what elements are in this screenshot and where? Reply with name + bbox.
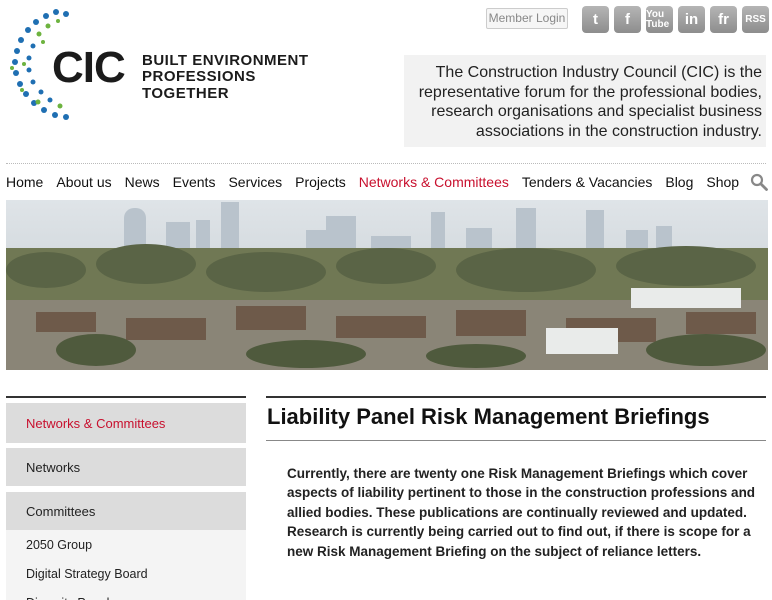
sidebar-item-networks[interactable]: Networks: [6, 448, 246, 486]
intro-paragraph: Currently, there are twenty one Risk Man…: [287, 466, 756, 559]
nav-shop[interactable]: Shop: [706, 174, 739, 192]
sidebar-subitem-2050-group[interactable]: 2050 Group: [6, 530, 246, 559]
page-title: Liability Panel Risk Management Briefing…: [267, 404, 710, 429]
nav-tenders-vacancies[interactable]: Tenders & Vacancies: [522, 174, 652, 192]
youtube-icon[interactable]: You Tube: [646, 6, 673, 33]
facebook-icon[interactable]: f: [614, 6, 641, 33]
member-login-button[interactable]: Member Login: [486, 8, 568, 29]
main-nav: Home About us News Events Services Proje…: [6, 174, 752, 192]
linkedin-icon[interactable]: in: [678, 6, 705, 33]
logo-wordmark: CIC: [52, 43, 126, 92]
sidebar-subitem-digital-strategy-board[interactable]: Digital Strategy Board: [6, 559, 246, 588]
french-icon[interactable]: fr: [710, 6, 737, 33]
rss-icon[interactable]: RSS: [742, 6, 769, 33]
search-icon[interactable]: [750, 173, 768, 191]
cic-logo[interactable]: CIC BUILT ENVIRONMENT PROFESSIONS TOGETH…: [8, 6, 338, 124]
logo-tagline-line1: BUILT ENVIRONMENT: [142, 52, 309, 69]
intro-text: The Construction Industry Council (CIC) …: [404, 55, 766, 147]
nav-projects[interactable]: Projects: [295, 174, 346, 192]
title-underline: [266, 440, 766, 441]
nav-about-us[interactable]: About us: [56, 174, 111, 192]
sidebar-item-networks-committees[interactable]: Networks & Committees: [6, 403, 246, 443]
main-top-rule: [266, 396, 766, 398]
twitter-icon[interactable]: t: [582, 6, 609, 33]
nav-news[interactable]: News: [125, 174, 160, 192]
sidebar-top-rule: [6, 396, 246, 398]
nav-blog[interactable]: Blog: [665, 174, 693, 192]
hero-skyline-image: [6, 200, 768, 370]
nav-home[interactable]: Home: [6, 174, 43, 192]
skyline-illustration: [6, 202, 768, 370]
nav-events[interactable]: Events: [173, 174, 216, 192]
header-divider: [6, 163, 766, 164]
sidebar-subitem-diversity-panel[interactable]: Diversity Panel: [6, 588, 246, 600]
nav-services[interactable]: Services: [228, 174, 282, 192]
nav-networks-committees[interactable]: Networks & Committees: [359, 174, 509, 192]
social-links: t f You Tube in fr RSS: [582, 6, 769, 33]
logo-tagline-line2: PROFESSIONS TOGETHER: [142, 68, 256, 102]
sidebar-item-committees[interactable]: Committees: [6, 492, 246, 530]
